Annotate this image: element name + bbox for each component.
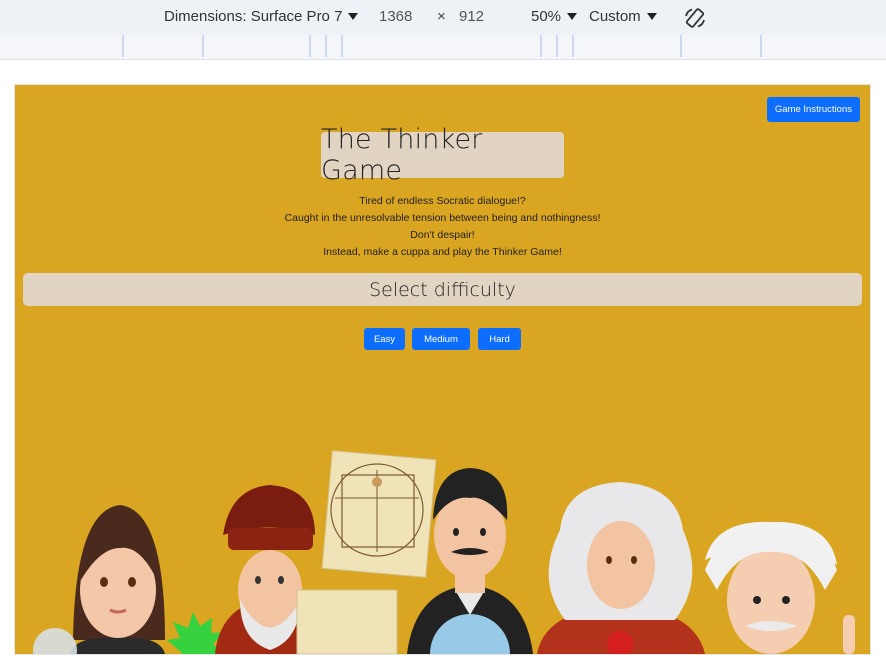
tagline-line-3: Don't despair! <box>410 229 475 241</box>
device-dimensions-label: Dimensions: Surface Pro 7 <box>164 8 343 25</box>
rotate-icon[interactable] <box>683 6 707 30</box>
breakpoint-marker[interactable] <box>680 35 682 57</box>
thinker-figure-newton <box>537 482 705 654</box>
zoom-value: 50% <box>531 8 562 25</box>
breakpoint-marker[interactable] <box>309 35 311 57</box>
device-toolbar: Dimensions: Surface Pro 7 1368 × 912 50%… <box>0 0 886 36</box>
throttle-select[interactable]: Custom <box>589 8 657 25</box>
thinker-figure-curie <box>70 505 165 654</box>
thinker-figure-einstein <box>705 521 855 654</box>
media-query-bar[interactable] <box>0 35 886 60</box>
chevron-down-icon <box>646 13 657 20</box>
medium-button[interactable]: Medium <box>412 328 470 350</box>
hard-button[interactable]: Hard <box>478 328 521 350</box>
breakpoint-marker[interactable] <box>760 35 762 57</box>
game-instructions-button[interactable]: Game Instructions <box>766 97 860 122</box>
times-label: × <box>437 8 446 25</box>
device-select[interactable]: Dimensions: Surface Pro 7 <box>164 8 359 25</box>
page-title: The Thinker Game <box>321 124 483 186</box>
zoom-select[interactable]: 50% <box>531 8 578 25</box>
tagline-line-1: Tired of endless Socratic dialogue!? <box>359 195 526 207</box>
chevron-down-icon <box>567 13 578 20</box>
breakpoint-marker[interactable] <box>122 35 124 57</box>
width-input[interactable]: 1368 <box>379 8 412 25</box>
thinkers-illustration <box>33 450 855 654</box>
breakpoint-marker[interactable] <box>572 35 574 57</box>
breakpoint-marker[interactable] <box>341 35 343 57</box>
breakpoint-marker[interactable] <box>202 35 204 57</box>
times-sign: × <box>437 8 446 25</box>
breakpoint-marker[interactable] <box>556 35 558 57</box>
tagline-line-4: Instead, make a cuppa and play the Think… <box>323 246 562 258</box>
game-title-box: The Thinker Game <box>321 124 564 186</box>
height-value: 912 <box>459 8 485 25</box>
tagline-line-2: Caught in the unresolvable tension betwe… <box>284 212 601 224</box>
chevron-down-icon <box>348 13 359 20</box>
breakpoint-marker[interactable] <box>325 35 327 57</box>
throttle-value: Custom <box>589 8 641 25</box>
easy-button[interactable]: Easy <box>364 328 405 350</box>
emulated-page: Game Instructions The Thinker Game Tired… <box>15 85 870 654</box>
difficulty-heading: Select difficulty <box>369 278 516 301</box>
sketch-paper <box>296 589 398 654</box>
width-value: 1368 <box>379 8 413 25</box>
vitruvian-drawing <box>321 450 437 578</box>
difficulty-heading-box: Select difficulty <box>23 273 862 306</box>
height-input[interactable]: 912 <box>459 8 484 25</box>
breakpoint-marker[interactable] <box>540 35 542 57</box>
